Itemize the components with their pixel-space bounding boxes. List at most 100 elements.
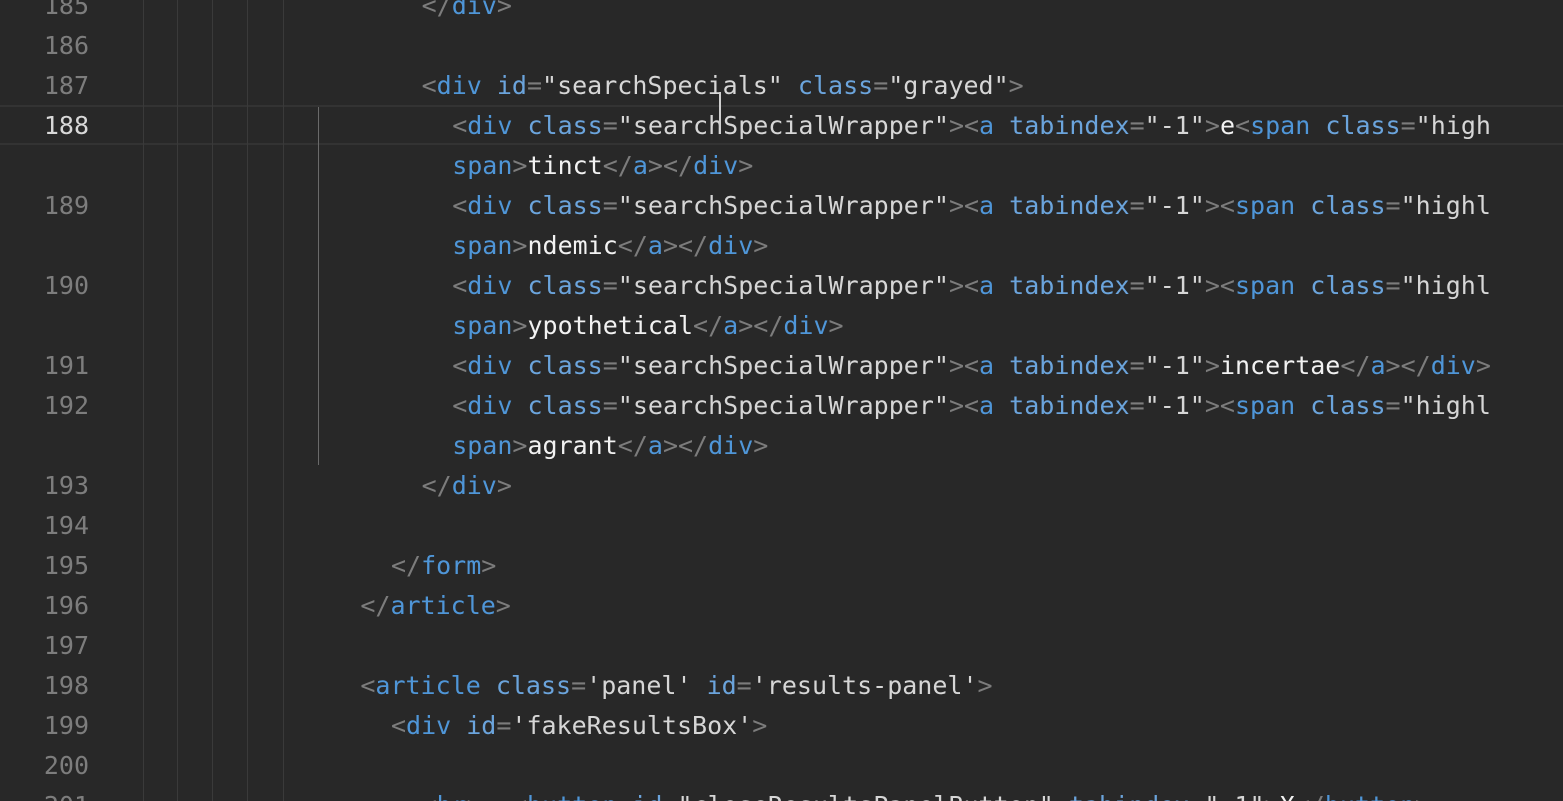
code-line[interactable]: 192 <div class="searchSpecialWrapper"><a … — [0, 386, 1563, 426]
code-token: div — [693, 151, 739, 180]
code-token: = — [602, 191, 618, 220]
code-token: a — [979, 111, 995, 140]
code-token: div — [451, 471, 497, 500]
code-token: >< — [948, 271, 980, 300]
code-token: < — [452, 391, 468, 420]
code-token: class — [1325, 111, 1401, 140]
line-number: 194 — [43, 511, 89, 540]
code-text: span>tinct</a></div> — [452, 146, 753, 186]
code-line[interactable]: span>agrant</a></div> — [0, 426, 1563, 466]
code-line[interactable]: 198 <article class='panel' id='results-pa… — [0, 666, 1563, 706]
code-text: span>agrant</a></div> — [452, 426, 768, 466]
code-token: id — [496, 71, 527, 100]
code-token: > — [496, 0, 512, 20]
code-line[interactable]: 193 </div> — [0, 466, 1563, 506]
code-token: = — [1129, 271, 1145, 300]
code-token: incertae — [1219, 351, 1341, 380]
code-token: "high — [1415, 111, 1491, 140]
code-token: id — [466, 711, 497, 740]
code-token: = — [1385, 191, 1401, 220]
code-line[interactable]: 191 <div class="searchSpecialWrapper"><a … — [0, 346, 1563, 386]
code-text: span>ndemic</a></div> — [452, 226, 768, 266]
code-token: span — [1250, 111, 1311, 140]
code-token: ></ — [1385, 351, 1431, 380]
code-token: "closeResultsPanelButton" — [678, 791, 1054, 801]
code-text: </div> — [422, 0, 512, 26]
code-token: >< — [948, 111, 980, 140]
code-line[interactable]: 197 — [0, 626, 1563, 666]
code-line[interactable]: 190 <div class="searchSpecialWrapper"><a … — [0, 266, 1563, 306]
code-token: br — [437, 791, 467, 801]
code-line[interactable]: 189 <div class="searchSpecialWrapper"><a … — [0, 186, 1563, 226]
code-line[interactable]: 185 </div> — [0, 0, 1563, 26]
code-token: a — [979, 191, 995, 220]
code-line[interactable]: 199 <div id='fakeResultsBox'> — [0, 706, 1563, 746]
code-token: "-1" — [1144, 391, 1205, 420]
code-token: = — [1385, 391, 1401, 420]
line-number: 190 — [43, 271, 89, 300]
code-token: "searchSpecialWrapper" — [617, 191, 949, 220]
code-token: id — [632, 791, 662, 801]
code-token: class — [527, 191, 603, 220]
code-token: < — [360, 671, 376, 700]
code-token: </ — [617, 231, 648, 260]
code-token: X — [1280, 791, 1295, 801]
code-token: </ — [617, 431, 648, 460]
code-text: <div id='fakeResultsBox'> — [391, 706, 767, 746]
code-token: < — [452, 191, 468, 220]
code-text: <div class="searchSpecialWrapper"><a tab… — [452, 346, 1491, 386]
code-token: >< — [948, 391, 980, 420]
code-token: 'panel' — [586, 671, 692, 700]
code-token: > — [1475, 351, 1491, 380]
code-token: div — [1430, 351, 1476, 380]
text-cursor — [719, 92, 721, 128]
code-token: a — [1370, 351, 1386, 380]
code-token: </ — [602, 151, 633, 180]
code-line[interactable]: span>tinct</a></div> — [0, 146, 1563, 186]
code-token: </ — [360, 591, 391, 620]
code-line[interactable]: 187 <div id="searchSpecials" class="graye… — [0, 66, 1563, 106]
code-token: ></ — [662, 231, 709, 260]
code-token: tabindex — [1009, 111, 1130, 140]
code-token: div — [708, 431, 754, 460]
code-token: a — [723, 311, 739, 340]
code-text: <div id="searchSpecials" class="grayed"> — [422, 66, 1024, 106]
code-line[interactable]: 188 <div class="searchSpecialWrapper"><a … — [0, 106, 1563, 146]
code-line[interactable]: 186 — [0, 26, 1563, 66]
code-line[interactable]: 196 </article> — [0, 586, 1563, 626]
code-token: = — [496, 711, 512, 740]
code-token: class — [527, 111, 603, 140]
code-token: e — [1219, 111, 1235, 140]
code-line[interactable]: span>ndemic</a></div> — [0, 226, 1563, 266]
code-token: </ — [1340, 351, 1371, 380]
code-token: tabindex — [1009, 391, 1130, 420]
code-line[interactable]: 194 — [0, 506, 1563, 546]
code-token: = — [602, 351, 618, 380]
code-token: >< — [1204, 271, 1235, 300]
code-token: a — [979, 351, 995, 380]
code-line[interactable]: 200 — [0, 746, 1563, 786]
code-token: id — [706, 671, 737, 700]
code-token: button — [527, 791, 617, 801]
code-editor[interactable]: 185 </div> 186 187 <div id="searchSpecials" … — [0, 0, 1563, 801]
code-token: > — [512, 311, 528, 340]
code-line[interactable]: 195 </form> — [0, 546, 1563, 586]
code-token: 'results-panel' — [751, 671, 978, 700]
code-line[interactable]: span>ypothetical</a></div> — [0, 306, 1563, 346]
code-token: </ — [421, 0, 452, 20]
code-token: "grayed" — [888, 71, 1009, 100]
code-token: < — [452, 351, 468, 380]
code-token: > — [512, 231, 528, 260]
code-line[interactable]: 201<br> <button id="closeResultsPanelBut… — [0, 786, 1563, 801]
code-token: "-1" — [1144, 191, 1205, 220]
code-token: span — [452, 431, 513, 460]
code-text: <div class="searchSpecialWrapper"><a tab… — [452, 186, 1491, 226]
code-token: class — [1310, 191, 1386, 220]
code-token: div — [467, 351, 513, 380]
